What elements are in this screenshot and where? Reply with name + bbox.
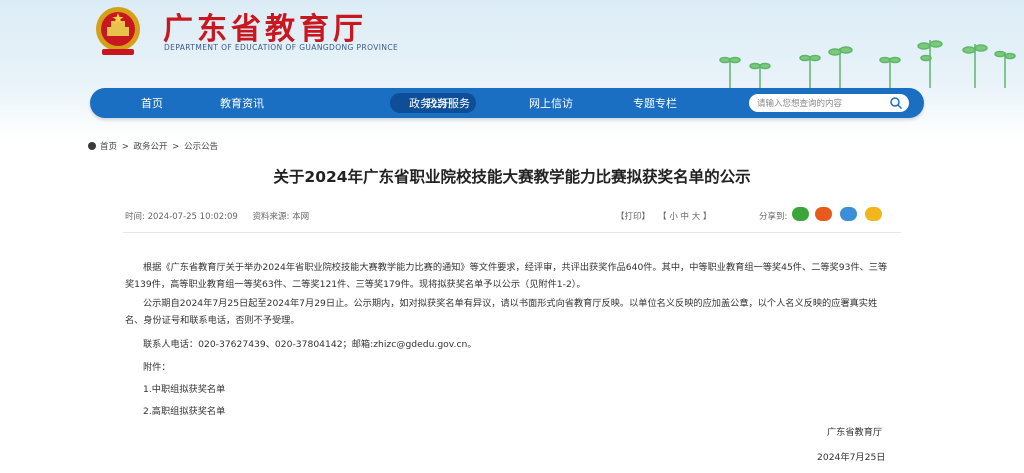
breadcrumb-separator: > bbox=[121, 142, 129, 152]
nav-government-services[interactable]: 政务服务 bbox=[426, 95, 470, 111]
article-meta: 时间: 2024-07-25 10:02:09 资料来源: 本网 bbox=[125, 210, 321, 222]
qq-icon[interactable] bbox=[840, 207, 857, 221]
weibo-icon[interactable] bbox=[815, 207, 832, 221]
decorative-plants bbox=[719, 40, 1016, 88]
breadcrumb-separator: > bbox=[172, 142, 180, 152]
article-paragraph-2: 公示期自2024年7月25日起至2024年7月29日止。公示期内，如对拟获奖名单… bbox=[125, 298, 878, 326]
site-title[interactable]: 广东省教育厅 bbox=[163, 4, 367, 48]
search-icon[interactable] bbox=[889, 96, 903, 110]
wechat-icon[interactable] bbox=[792, 207, 809, 221]
share-label: 分享到: bbox=[759, 212, 788, 222]
attachment-link[interactable]: 1.中职组拟获奖名单 bbox=[143, 381, 225, 395]
header-banner: 广东省教育厅 DEPARTMENT OF EDUCATION OF GUANGD… bbox=[0, 0, 1024, 140]
qzone-icon[interactable] bbox=[865, 207, 882, 221]
print-button[interactable]: 【打印】 bbox=[616, 212, 650, 222]
article-title: 关于2024年广东省职业院校技能大赛教学能力比赛拟获奖名单的公示 bbox=[273, 168, 751, 186]
divider bbox=[123, 232, 901, 233]
national-emblem-icon bbox=[96, 7, 140, 55]
signature-date: 2024年7月25日 bbox=[817, 452, 886, 463]
nav-online-petition[interactable]: 网上信访 bbox=[529, 95, 573, 111]
article-tools: 【打印】 【 小 中 大 】 bbox=[616, 210, 711, 222]
nav-special-topics[interactable]: 专题专栏 bbox=[633, 95, 677, 111]
article-paragraph-1: 根据《广东省教育厅关于举办2024年省职业院校技能大赛教学能力比赛的通知》等文件… bbox=[125, 262, 888, 290]
signature-org: 广东省教育厅 bbox=[827, 427, 883, 438]
site-subtitle: DEPARTMENT OF EDUCATION OF GUANGDONG PRO… bbox=[164, 43, 399, 52]
search-placeholder: 请输入您想查询的内容 bbox=[757, 99, 843, 109]
breadcrumb-government-affairs[interactable]: 政务公开 bbox=[134, 142, 168, 152]
home-icon bbox=[88, 142, 96, 150]
contact-info: 联系人电话：020-37627439、020-37804142；邮箱:zhizc… bbox=[143, 339, 477, 350]
nav-education-news[interactable]: 教育资讯 bbox=[220, 95, 264, 111]
breadcrumb-announcements[interactable]: 公示公告 bbox=[184, 142, 218, 152]
font-size-switcher[interactable]: 【 小 中 大 】 bbox=[658, 212, 711, 222]
attachment-link[interactable]: 2.高职组拟获奖名单 bbox=[143, 403, 225, 417]
breadcrumb: 首页 > 政务公开 > 公示公告 bbox=[88, 140, 220, 152]
search-input[interactable]: 请输入您想查询的内容 bbox=[749, 94, 909, 112]
nav-home[interactable]: 首页 bbox=[141, 95, 163, 111]
article-source: 资料来源: 本网 bbox=[252, 212, 310, 222]
publish-time: 时间: 2024-07-25 10:02:09 bbox=[125, 212, 238, 222]
attachments-label: 附件： bbox=[143, 362, 171, 373]
breadcrumb-home[interactable]: 首页 bbox=[100, 142, 117, 152]
